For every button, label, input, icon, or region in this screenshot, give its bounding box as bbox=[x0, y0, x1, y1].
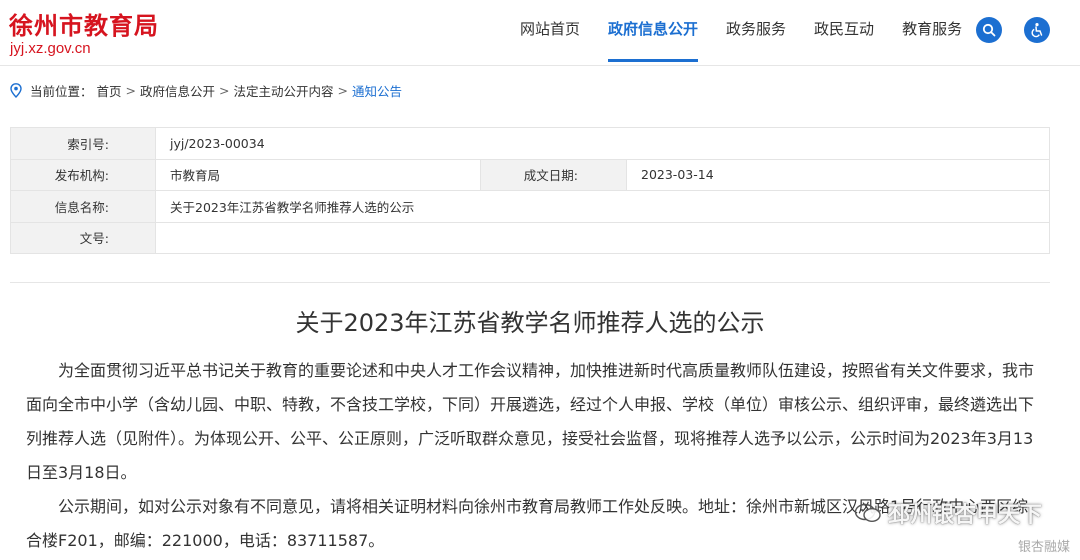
accessibility-icon[interactable] bbox=[1024, 17, 1050, 43]
date-label: 成文日期: bbox=[480, 158, 627, 191]
index-value: jyj/2023-00034 bbox=[155, 127, 1050, 160]
wechat-icon bbox=[854, 503, 881, 523]
site-domain: jyj.xz.gov.cn bbox=[10, 40, 91, 57]
nav-item-services[interactable]: 政务服务 bbox=[712, 0, 800, 62]
nav-item-gov-info[interactable]: 政府信息公开 bbox=[594, 0, 712, 62]
nav-item-interaction[interactable]: 政民互动 bbox=[800, 0, 888, 62]
site-header: 徐州市教育局 jyj.xz.gov.cn 网站首页 政府信息公开 政务服务 政民… bbox=[0, 0, 1080, 66]
main-nav: 网站首页 政府信息公开 政务服务 政民互动 教育服务 bbox=[506, 0, 976, 62]
breadcrumb-prefix: 当前位置： bbox=[30, 83, 93, 99]
breadcrumb-gov-info[interactable]: 政府信息公开 bbox=[140, 81, 215, 100]
info-name-label: 信息名称: bbox=[10, 190, 156, 223]
breadcrumb-notices[interactable]: 通知公告 bbox=[352, 81, 402, 100]
breadcrumb-home[interactable]: 首页 bbox=[97, 81, 122, 100]
breadcrumb: 当前位置： 首页 > 政府信息公开 > 法定主动公开内容 > 通知公告 bbox=[10, 80, 402, 100]
site-logo-title[interactable]: 徐州市教育局 bbox=[9, 6, 159, 41]
breadcrumb-separator: > bbox=[219, 82, 230, 98]
content-divider bbox=[10, 282, 1050, 283]
breadcrumb-separator: > bbox=[337, 82, 349, 98]
meta-row: 发布机构: 市教育局 成文日期: 2023-03-14 bbox=[10, 158, 1050, 191]
publisher-value: 市教育局 bbox=[155, 158, 481, 191]
publisher-label: 发布机构: bbox=[10, 158, 156, 191]
meta-row: 信息名称: 关于2023年江苏省教学名师推荐人选的公示 bbox=[10, 190, 1050, 223]
doc-no-value bbox=[155, 221, 1050, 254]
meta-row: 索引号: jyj/2023-00034 bbox=[10, 127, 1050, 160]
watermark: 邳州银杏甲天下 bbox=[854, 497, 1042, 529]
meta-row: 文号: bbox=[10, 221, 1050, 254]
article-paragraph: 为全面贯彻习近平总书记关于教育的重要论述和中央人才工作会议精神，加快推进新时代高… bbox=[26, 361, 1035, 482]
article-title: 关于2023年江苏省教学名师推荐人选的公示 bbox=[295, 309, 765, 337]
index-label: 索引号: bbox=[10, 127, 156, 160]
document-meta-table: 索引号: jyj/2023-00034 发布机构: 市教育局 成文日期: 202… bbox=[10, 127, 1050, 254]
breadcrumb-separator: > bbox=[125, 82, 137, 98]
search-icon[interactable] bbox=[976, 17, 1002, 43]
info-name-value: 关于2023年江苏省教学名师推荐人选的公示 bbox=[155, 190, 1050, 223]
doc-no-label: 文号: bbox=[10, 221, 156, 254]
watermark-sub: 银杏融媒 bbox=[1017, 540, 1070, 555]
breadcrumb-statutory[interactable]: 法定主动公开内容 bbox=[234, 81, 334, 100]
location-pin-icon bbox=[10, 82, 22, 98]
watermark-text: 邳州银杏甲天下 bbox=[887, 503, 1042, 528]
nav-item-edu-services[interactable]: 教育服务 bbox=[888, 0, 976, 62]
nav-item-home[interactable]: 网站首页 bbox=[506, 0, 594, 62]
date-value: 2023-03-14 bbox=[626, 158, 1050, 191]
